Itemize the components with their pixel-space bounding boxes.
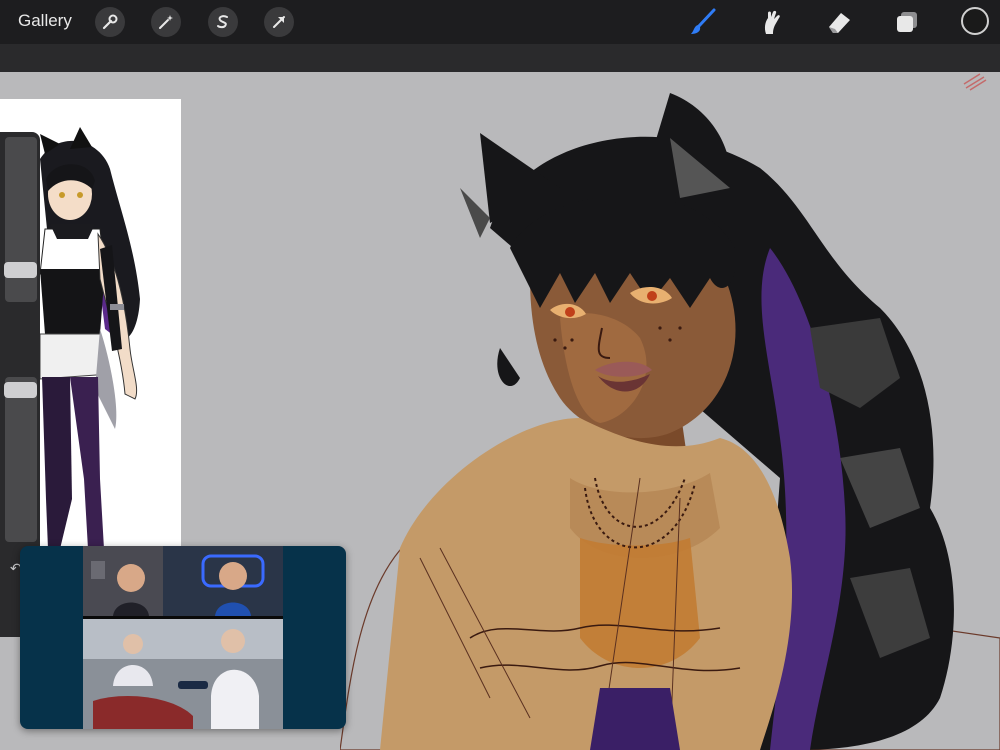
- wrench-icon: [102, 14, 118, 30]
- smudge-icon: [764, 10, 780, 34]
- actions-button[interactable]: [95, 7, 125, 37]
- brush-tool-button[interactable]: [687, 6, 719, 38]
- smudge-tool-button[interactable]: [755, 6, 787, 38]
- layers-icon: [897, 12, 917, 32]
- gallery-button[interactable]: Gallery: [18, 11, 72, 31]
- color-picker-button[interactable]: [961, 7, 989, 35]
- adjustments-button[interactable]: [151, 7, 181, 37]
- top-toolbar: Gallery: [0, 0, 1000, 44]
- selection-button[interactable]: [208, 7, 238, 37]
- transform-button[interactable]: [264, 7, 294, 37]
- magic-wand-icon: [159, 15, 173, 29]
- secondary-bar: [0, 44, 1000, 73]
- transform-arrow-icon: [273, 16, 285, 28]
- brush-icon: [691, 8, 716, 34]
- layers-button[interactable]: [891, 6, 923, 38]
- opacity-slider[interactable]: [5, 377, 37, 542]
- selection-icon: [217, 15, 228, 29]
- eraser-icon: [829, 13, 850, 33]
- eraser-tool-button[interactable]: [823, 6, 855, 38]
- picture-in-picture-video[interactable]: [20, 546, 346, 729]
- brush-size-knob[interactable]: [4, 262, 37, 278]
- artwork-illustration: [340, 93, 1000, 750]
- video-frame: [83, 546, 283, 729]
- opacity-knob[interactable]: [4, 382, 37, 398]
